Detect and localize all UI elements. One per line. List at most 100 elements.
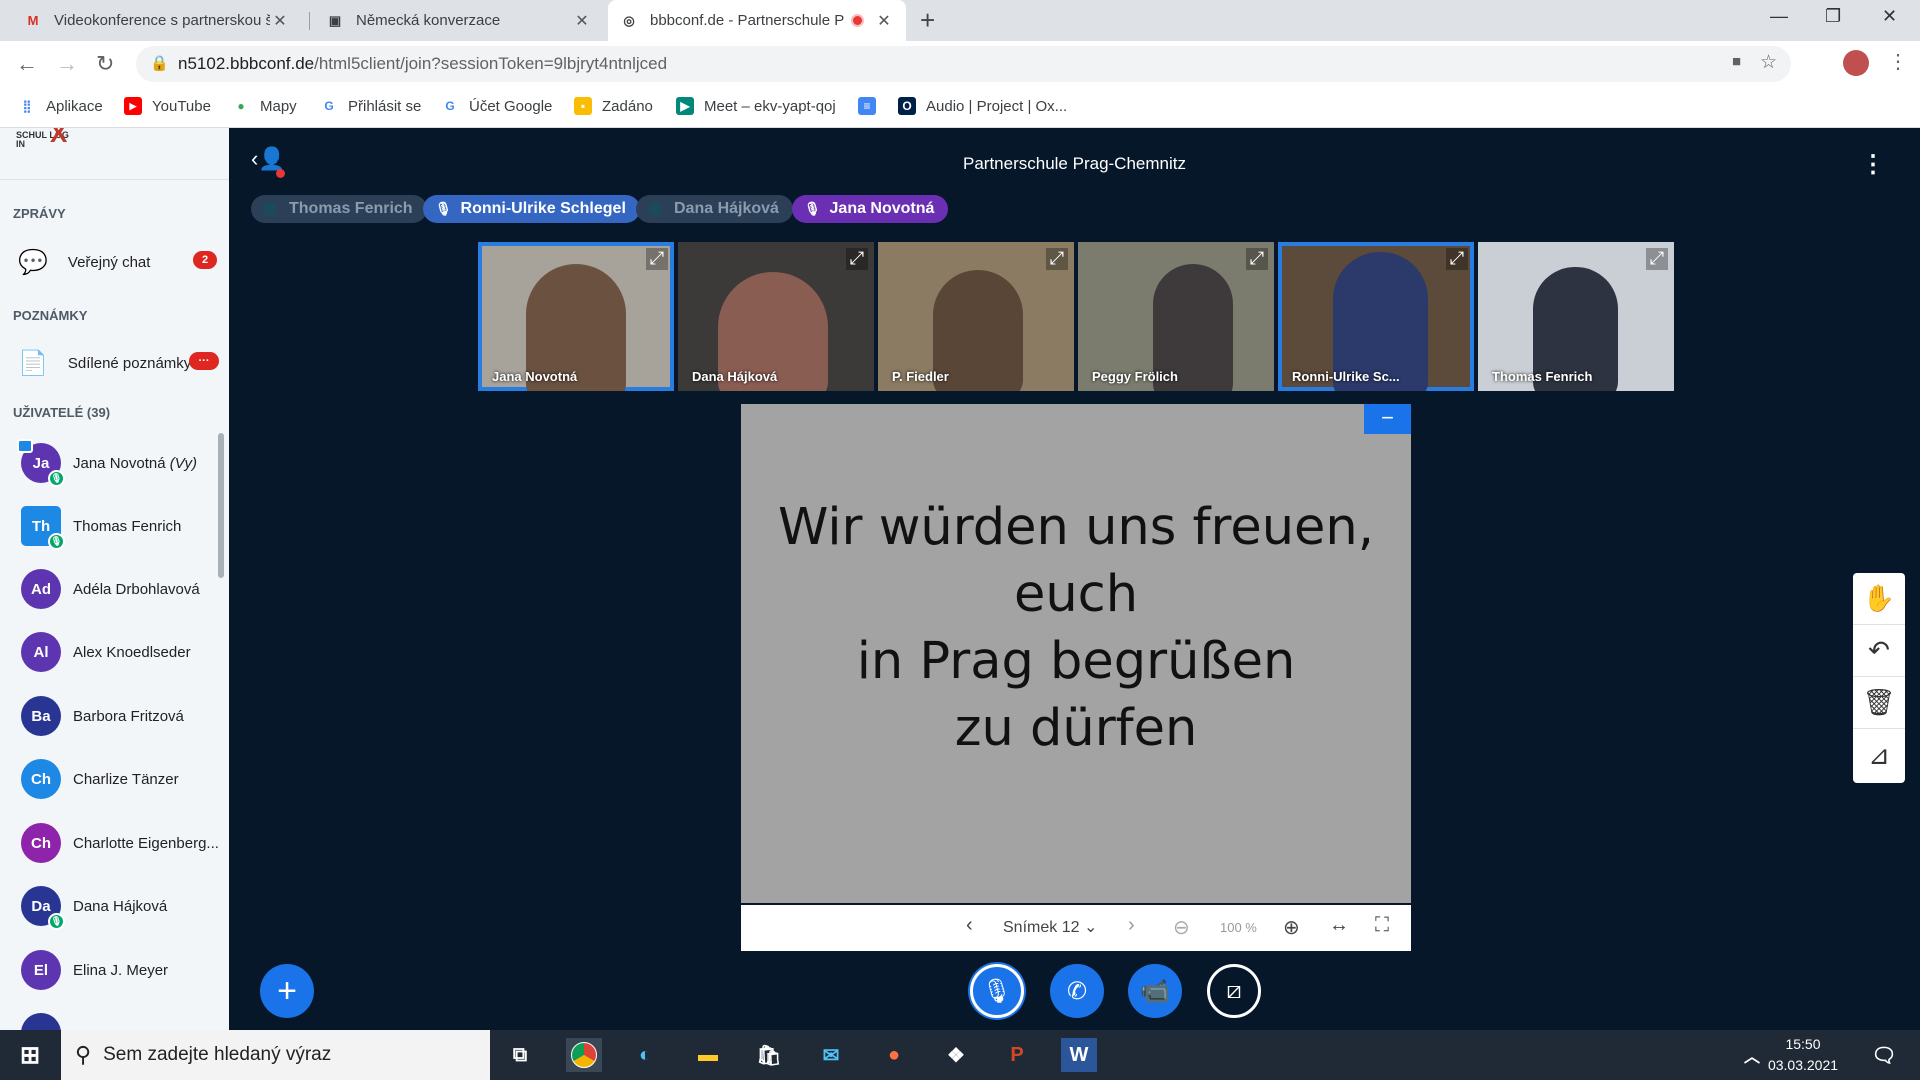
camera-permission-icon[interactable]: ■ bbox=[1732, 53, 1741, 70]
video-tile[interactable]: Dana Hájková ⤢ bbox=[678, 242, 874, 391]
share-webcam-button[interactable]: 📹 bbox=[1128, 964, 1182, 1018]
forward-icon[interactable]: → bbox=[56, 51, 78, 77]
clock[interactable]: 15:50 03.03.2021 bbox=[1758, 1034, 1848, 1076]
bookmark-apps[interactable]: ⣿ Aplikace bbox=[18, 97, 103, 115]
leave-audio-button[interactable]: ✆ bbox=[1050, 964, 1104, 1018]
tab-bbbconf[interactable]: ◎ bbbconf.de - Partnerschule P ✕ bbox=[608, 0, 906, 41]
video-tile[interactable]: Jana Novotná ⤢ bbox=[478, 242, 674, 391]
powerpoint-icon[interactable]: P bbox=[999, 1038, 1035, 1072]
previous-slide-icon[interactable]: ‹ bbox=[966, 914, 973, 937]
video-tile[interactable]: Ronni-Ulrike Sc... ⤢ bbox=[1278, 242, 1474, 391]
user-item[interactable]: Da 🎙 Dana Hájková bbox=[21, 886, 221, 930]
share-screen-button[interactable]: ⧄ bbox=[1207, 964, 1261, 1018]
user-item[interactable]: Al Alex Knoedlseder bbox=[21, 632, 221, 672]
multi-user-whiteboard-icon[interactable]: ⊿ bbox=[1853, 729, 1905, 781]
talker-indicator[interactable]: 🎙 Jana Novotná bbox=[792, 195, 949, 223]
fullscreen-icon[interactable]: ⤢ bbox=[1046, 248, 1068, 270]
user-item[interactable]: Ch Charlotte Eigenberg... bbox=[21, 823, 221, 863]
file-explorer-icon[interactable]: ▬ bbox=[690, 1038, 726, 1072]
tab-gmail[interactable]: M Videokonference s partnerskou š ✕ bbox=[12, 0, 302, 41]
hand-tool-icon[interactable]: ✋ bbox=[1853, 573, 1905, 625]
user-item[interactable]: Th 🎙 Thomas Fenrich bbox=[21, 506, 221, 550]
zoom-in-icon[interactable]: ⊕ bbox=[1283, 915, 1300, 940]
bookmark-google-account[interactable]: G Účet Google bbox=[441, 97, 552, 115]
close-tab-icon[interactable]: ✕ bbox=[572, 11, 592, 31]
star-icon[interactable]: ☆ bbox=[1760, 51, 1777, 74]
bookmark-youtube[interactable]: ▶ YouTube bbox=[124, 97, 211, 115]
store-icon[interactable]: 🛍 bbox=[751, 1038, 787, 1072]
close-tab-icon[interactable]: ✕ bbox=[270, 11, 290, 31]
reload-icon[interactable]: ↻ bbox=[96, 51, 114, 77]
fullscreen-icon[interactable]: ⤢ bbox=[1446, 248, 1468, 270]
windows-start-icon[interactable]: ⊞ bbox=[12, 1038, 48, 1072]
video-name-label[interactable]: P. Fiedler bbox=[892, 369, 949, 384]
zoom-out-icon[interactable]: ⊖ bbox=[1173, 915, 1190, 940]
trash-icon[interactable]: 🗑 bbox=[1853, 677, 1905, 729]
video-name-label[interactable]: Thomas Fenrich bbox=[1492, 369, 1592, 384]
bookmark-meet[interactable]: ▶ Meet – ekv-yapt-qoj bbox=[676, 97, 836, 115]
menu-dots-icon[interactable]: ⋮ bbox=[1888, 49, 1908, 74]
minimize-presentation-button[interactable]: − bbox=[1364, 404, 1411, 434]
video-tile[interactable]: P. Fiedler ⤢ bbox=[878, 242, 1074, 391]
back-icon[interactable]: ← bbox=[16, 51, 38, 77]
user-name: Elina J. Meyer bbox=[73, 961, 169, 979]
mute-button[interactable]: 🎙 bbox=[970, 964, 1024, 1018]
video-name-label[interactable]: Ronni-Ulrike Sc... bbox=[1292, 369, 1400, 384]
video-name-label[interactable]: Jana Novotná bbox=[492, 369, 577, 384]
tab-classroom[interactable]: ▣ Německá konverzace ✕ bbox=[314, 0, 604, 41]
video-tile[interactable]: Peggy Frölich ⤢ bbox=[1078, 242, 1274, 391]
fullscreen-icon[interactable]: ⤢ bbox=[846, 248, 868, 270]
notifications-icon[interactable]: 🗨 bbox=[1866, 1038, 1902, 1072]
maximize-icon[interactable]: ❐ bbox=[1825, 6, 1841, 27]
undo-icon[interactable]: ↶ bbox=[1853, 625, 1905, 677]
edge-icon[interactable]: ◐ bbox=[627, 1038, 663, 1072]
bookmark-docs[interactable]: ≡ bbox=[858, 97, 886, 115]
minimize-icon[interactable]: — bbox=[1770, 6, 1788, 27]
bookmark-assigned[interactable]: ▪ Zadáno bbox=[574, 97, 653, 115]
video-name-label[interactable]: Dana Hájková bbox=[692, 369, 777, 384]
recording-icon bbox=[851, 14, 864, 27]
talker-indicator[interactable]: 🎙 Ronni-Ulrike Schlegel bbox=[423, 195, 640, 223]
close-window-icon[interactable]: ✕ bbox=[1882, 6, 1897, 27]
shared-notes-item[interactable]: 📄 Sdílené poznámky ··· bbox=[18, 349, 225, 378]
taskbar-search[interactable]: ⚲ Sem zadejte hledaný výraz bbox=[61, 1030, 490, 1080]
new-tab-icon[interactable]: + bbox=[920, 5, 935, 36]
user-item[interactable] bbox=[21, 1013, 221, 1030]
talker-indicator[interactable]: Thomas Fenrich bbox=[251, 195, 427, 223]
task-view-icon[interactable]: ⧉ bbox=[502, 1038, 538, 1072]
mic-icon: 🎙 bbox=[435, 201, 452, 216]
options-menu-icon[interactable]: ⋮ bbox=[1861, 150, 1885, 179]
video-tile[interactable]: Thomas Fenrich ⤢ bbox=[1478, 242, 1674, 391]
url-input[interactable]: 🔒 n5102.bbbconf.de/html5client/join?sess… bbox=[136, 46, 1791, 82]
bookmark-signin[interactable]: G Přihlásit se bbox=[320, 97, 421, 115]
user-item[interactable]: Ja 🎙 Jana Novotná (Vy) bbox=[17, 439, 221, 487]
user-item[interactable]: Ad Adéla Drbohlavová bbox=[21, 569, 221, 609]
talker-indicator[interactable]: Dana Hájková bbox=[636, 195, 793, 223]
profile-avatar[interactable] bbox=[1843, 50, 1869, 76]
close-tab-icon[interactable]: ✕ bbox=[874, 11, 894, 31]
slide-selector[interactable]: Snímek 12 ⌄ bbox=[1003, 917, 1097, 937]
fit-width-icon[interactable]: ↔ bbox=[1329, 914, 1349, 937]
dropbox-icon[interactable]: ❖ bbox=[938, 1038, 974, 1072]
fullscreen-icon[interactable]: ⤢ bbox=[1646, 248, 1668, 270]
microphone-icon: 🎙 bbox=[981, 977, 1013, 1005]
bookmark-maps[interactable]: ● Mapy bbox=[232, 97, 296, 115]
user-item[interactable]: Ch Charlize Tänzer bbox=[21, 759, 221, 799]
user-item[interactable]: Ba Barbora Fritzová bbox=[21, 696, 221, 736]
user-list-scrollbar[interactable] bbox=[218, 433, 224, 578]
fullscreen-icon[interactable]: ⛶ bbox=[1375, 914, 1389, 937]
fullscreen-icon[interactable]: ⤢ bbox=[1246, 248, 1268, 270]
fullscreen-icon[interactable]: ⤢ bbox=[646, 248, 668, 270]
user-item[interactable]: El Elina J. Meyer bbox=[21, 950, 221, 990]
chrome-icon[interactable] bbox=[566, 1038, 602, 1072]
word-icon[interactable]: W bbox=[1061, 1038, 1097, 1072]
bookmark-label: Zadáno bbox=[602, 97, 653, 115]
mail-icon[interactable]: ✉ bbox=[813, 1038, 849, 1072]
next-slide-icon[interactable]: › bbox=[1128, 914, 1135, 937]
unread-badge: 2 bbox=[193, 251, 217, 269]
video-name-label[interactable]: Peggy Frölich bbox=[1092, 369, 1178, 384]
bookmark-audio-project[interactable]: O Audio | Project | Ox... bbox=[898, 97, 1067, 115]
public-chat-item[interactable]: 💬 Veřejný chat 2 bbox=[18, 248, 223, 277]
actions-plus-button[interactable]: + bbox=[260, 964, 314, 1018]
firefox-icon[interactable]: ● bbox=[876, 1038, 912, 1072]
